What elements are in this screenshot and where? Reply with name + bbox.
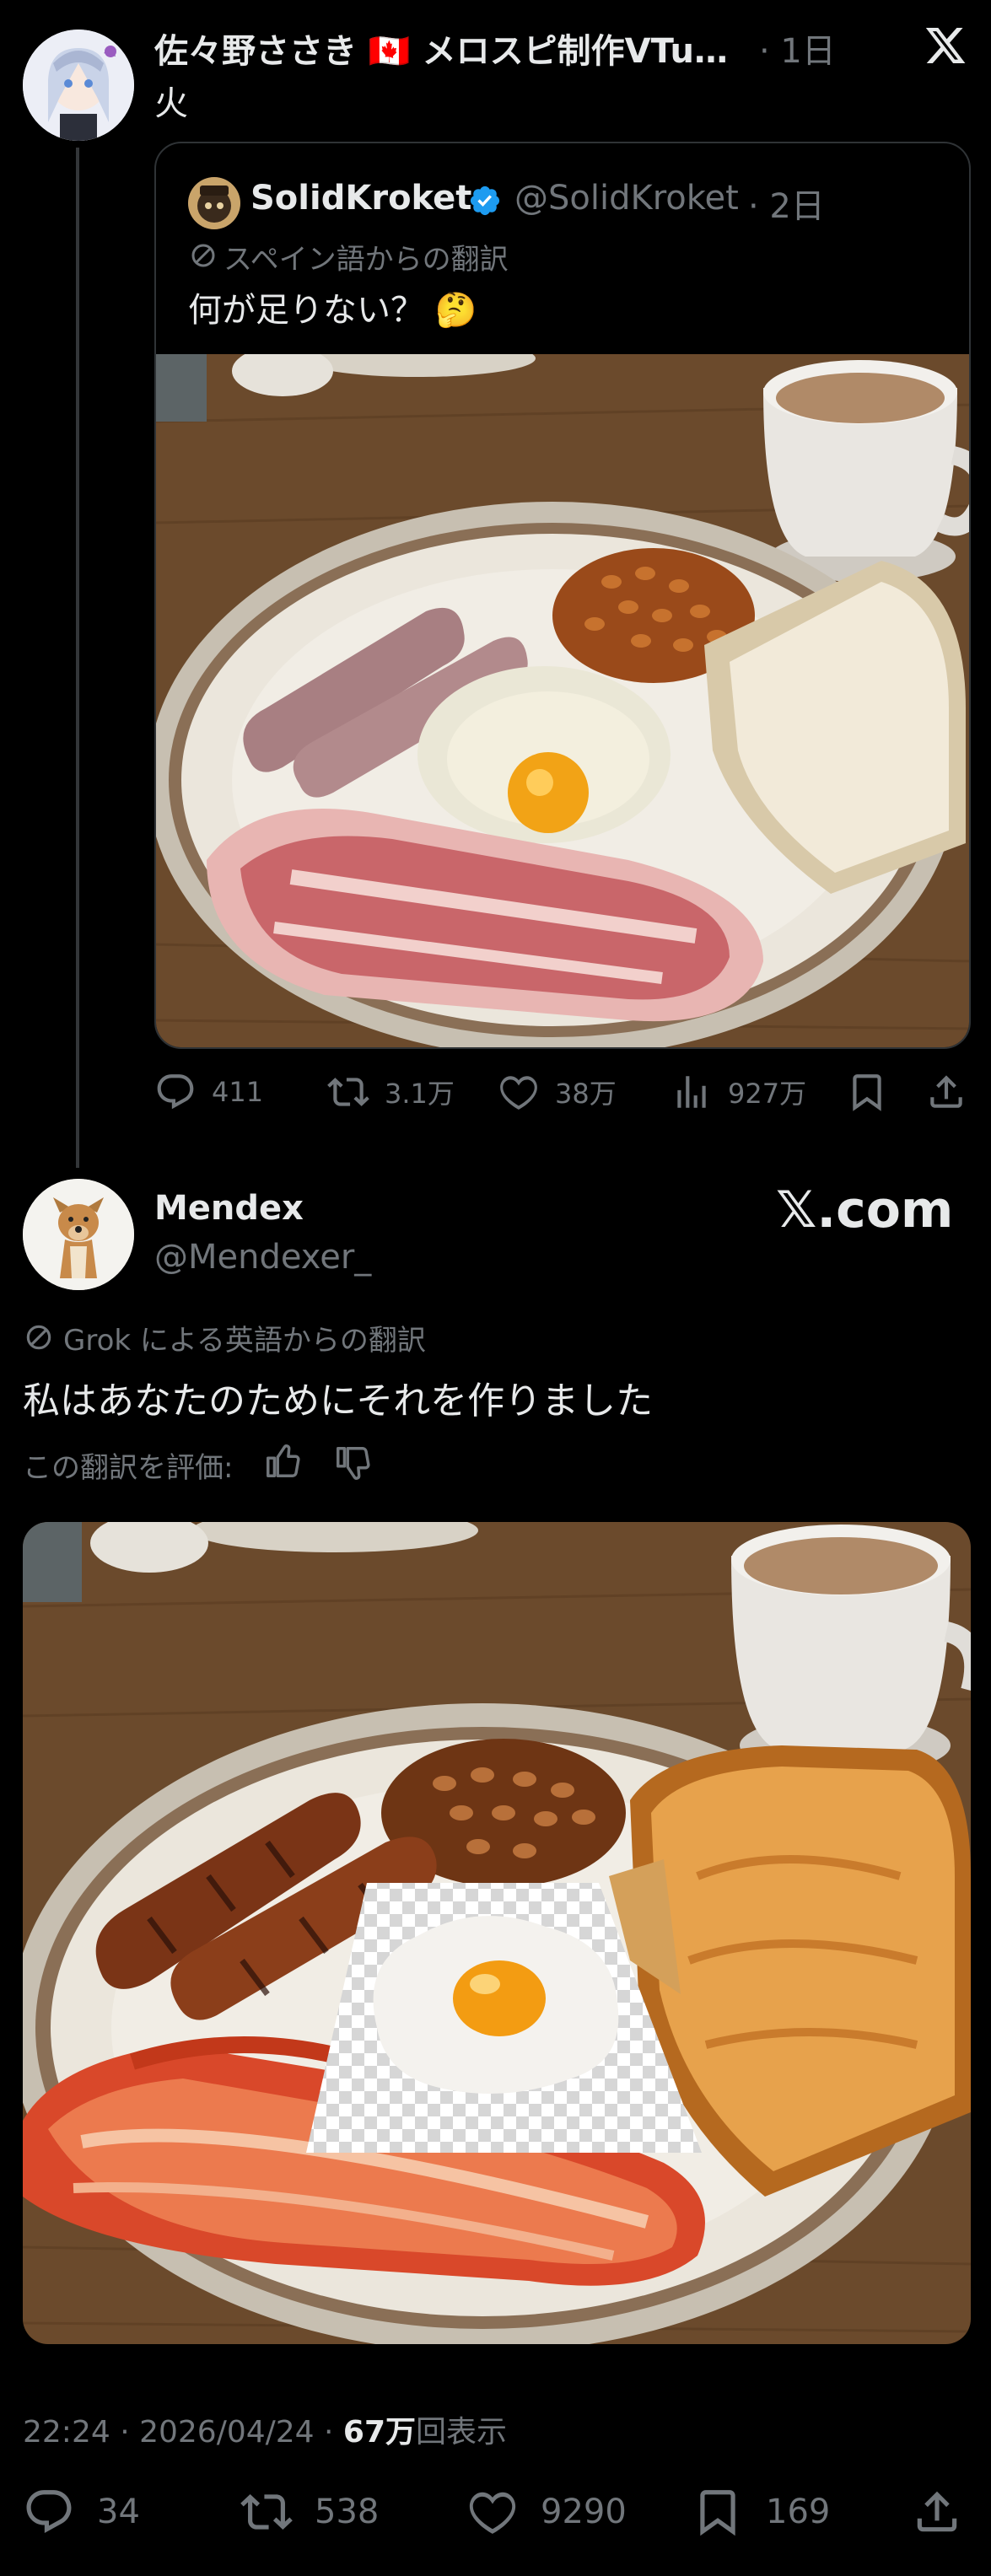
close-icon[interactable] [924, 24, 967, 67]
views-number: 67万 [342, 2415, 417, 2450]
rate-translation-label: この翻訳を評価: [23, 1451, 234, 1485]
timestamp-text: 22:24 · 2026/04/24 · [23, 2415, 343, 2450]
repost-button[interactable]: 538 [240, 2486, 379, 2538]
post-text: 火 [154, 84, 188, 123]
like-count: 9290 [541, 2493, 627, 2531]
views-count: 927万 [728, 1078, 807, 1110]
reply-author-name[interactable]: Mendex [154, 1189, 304, 1228]
reply-breakfast-image[interactable] [23, 1522, 971, 2344]
reply-author-avatar[interactable] [23, 1179, 134, 1290]
post-timestamp[interactable]: 22:24 · 2026/04/24 · 67万回表示 [23, 2407, 507, 2451]
author-avatar[interactable] [23, 30, 134, 141]
like-count: 38万 [555, 1078, 617, 1110]
quoted-breakfast-image[interactable] [156, 354, 969, 1047]
translate-icon [23, 1321, 55, 1353]
thumbs-up-icon[interactable] [263, 1442, 302, 1481]
views-label: 回表示 [416, 2415, 508, 2450]
reply-handle[interactable]: @Mendexer_ [154, 1238, 371, 1277]
reply-text: 私はあなたのためにそれを作りました [23, 1379, 654, 1422]
quoted-author-name[interactable]: SolidKroket [250, 179, 471, 218]
like-button[interactable]: 9290 [466, 2486, 627, 2538]
thread-line [76, 148, 79, 1168]
quoted-text: 何が足りない？ 🤔 [188, 291, 477, 330]
reply-button[interactable]: 34 [23, 2486, 140, 2538]
quoted-post[interactable]: SolidKroket @SolidKroket · 2日 スペイン語からの翻訳… [154, 142, 971, 1049]
quoted-handle[interactable]: @SolidKroket [514, 179, 739, 218]
reply-count: 411 [212, 1076, 264, 1108]
bookmark-button[interactable] [846, 1071, 888, 1113]
x-com-watermark: 𝕏.com [776, 1180, 954, 1240]
author-name[interactable]: 佐々野ささき 🇨🇦 メロスピ制作VTu… [154, 24, 762, 73]
reply-button[interactable]: 411 [154, 1071, 263, 1113]
bookmark-button[interactable]: 169 [692, 2486, 830, 2538]
repost-count: 3.1万 [385, 1078, 455, 1110]
fried-egg-icon [417, 666, 671, 843]
share-button[interactable] [925, 1071, 967, 1113]
quoted-translation-label: スペイン語からの翻訳 [224, 243, 509, 277]
quoted-time[interactable]: · 2日 [748, 179, 825, 228]
repost-count: 538 [315, 2493, 380, 2531]
coffee-cup-icon [763, 360, 969, 582]
quoted-author-avatar[interactable] [188, 177, 240, 229]
translate-icon [188, 240, 218, 271]
repost-button[interactable]: 3.1万 [327, 1071, 455, 1113]
coffee-cup-icon [731, 1525, 971, 1775]
bookmark-count: 169 [766, 2493, 831, 2531]
like-button[interactable]: 38万 [498, 1071, 617, 1113]
thumbs-down-icon[interactable] [333, 1444, 372, 1482]
views-button[interactable]: 927万 [671, 1071, 806, 1113]
verified-badge-icon [468, 184, 502, 218]
share-button[interactable] [911, 2486, 963, 2538]
post-time[interactable]: · 1日 [759, 24, 836, 73]
reply-count: 34 [97, 2493, 140, 2531]
reply-translation-label[interactable]: Grok による英語からの翻訳 [63, 1317, 426, 1358]
